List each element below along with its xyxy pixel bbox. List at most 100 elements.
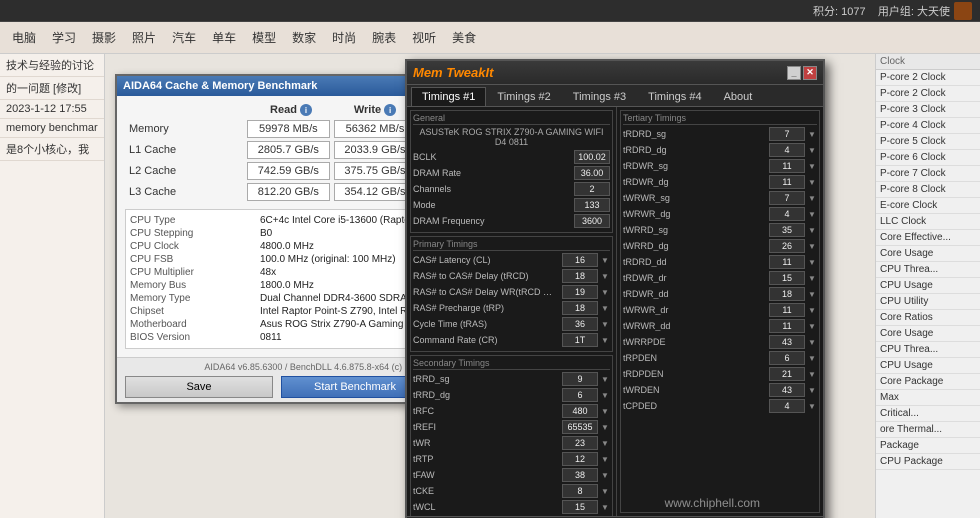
dram-rate-row: DRAM Rate 36.00	[413, 166, 610, 180]
tcpded-dropdown[interactable]: ▼	[807, 402, 817, 411]
twrrd-dg-dropdown[interactable]: ▼	[807, 242, 817, 251]
right-core-ratios[interactable]: Core Ratios	[876, 310, 980, 326]
right-pcore7[interactable]: P-core 7 Clock	[876, 166, 980, 182]
twrwr-dd-dropdown[interactable]: ▼	[807, 322, 817, 331]
memtweak-tabs: Timings #1 Timings #2 Timings #3 Timings…	[407, 85, 823, 107]
mem-bus-label: Memory Bus	[130, 280, 260, 291]
trcd-wr-label: RAS# to CAS# Delay WR(tRCD WR)	[413, 287, 560, 297]
tab-timings2[interactable]: Timings #2	[486, 87, 561, 106]
cpu-fsb-label: CPU FSB	[130, 254, 260, 265]
right-cpu-thread2[interactable]: CPU Threa...	[876, 342, 980, 358]
twr-dropdown[interactable]: ▼	[600, 439, 610, 448]
right-pcore4[interactable]: P-core 4 Clock	[876, 118, 980, 134]
nav-item-model[interactable]: 模型	[244, 25, 284, 50]
trrsg-dropdown[interactable]: ▼	[600, 375, 610, 384]
nav-item-photo[interactable]: 摄影	[84, 25, 124, 50]
sidebar-tech[interactable]: 技术与经验的讨论	[0, 54, 104, 77]
right-max[interactable]: Max	[876, 390, 980, 406]
right-pcore3[interactable]: P-core 3 Clock	[876, 102, 980, 118]
nav-item-fashion[interactable]: 时尚	[324, 25, 364, 50]
trdwr-dg-dropdown[interactable]: ▼	[807, 178, 817, 187]
nav-item-study[interactable]: 学习	[44, 25, 84, 50]
write-info-icon[interactable]: i	[384, 104, 396, 116]
right-cpu-usage[interactable]: CPU Usage	[876, 278, 980, 294]
nav-item-watch[interactable]: 腕表	[364, 25, 404, 50]
trdwr-dd-dropdown[interactable]: ▼	[807, 290, 817, 299]
right-cpu-pkg[interactable]: CPU Package	[876, 454, 980, 470]
twrden-row: tWRDEN 43 ▼	[623, 383, 817, 397]
right-critical[interactable]: Critical...	[876, 406, 980, 422]
twrwr-dg-dropdown[interactable]: ▼	[807, 210, 817, 219]
trefi-dropdown[interactable]: ▼	[600, 423, 610, 432]
cl-dropdown[interactable]: ▼	[600, 256, 610, 265]
trpden-dropdown[interactable]: ▼	[807, 354, 817, 363]
trdwr-sg-dropdown[interactable]: ▼	[807, 162, 817, 171]
trcd-dropdown[interactable]: ▼	[600, 272, 610, 281]
trdrdsg-dropdown[interactable]: ▼	[807, 130, 817, 139]
right-pcore8[interactable]: P-core 8 Clock	[876, 182, 980, 198]
cpu-mult-label: CPU Multiplier	[130, 267, 260, 278]
nav-item-pc[interactable]: 电脑	[4, 25, 44, 50]
read-info-icon[interactable]: i	[300, 104, 312, 116]
trdrd-dd-row: tRDRD_dd 11 ▼	[623, 255, 817, 269]
right-core-usage[interactable]: Core Usage	[876, 246, 980, 262]
sidebar-cores[interactable]: 是8个小核心，我	[0, 138, 104, 161]
tab-timings1[interactable]: Timings #1	[411, 87, 486, 106]
nav-item-car[interactable]: 汽车	[164, 25, 204, 50]
tras-dropdown[interactable]: ▼	[600, 320, 610, 329]
twrrpde-dropdown[interactable]: ▼	[807, 338, 817, 347]
trdpden-dropdown[interactable]: ▼	[807, 370, 817, 379]
right-pcore6[interactable]: P-core 6 Clock	[876, 150, 980, 166]
trtp-dropdown[interactable]: ▼	[600, 455, 610, 464]
right-pcore2a[interactable]: P-core 2 Clock	[876, 70, 980, 86]
cl-row: CAS# Latency (CL) 16 ▼	[413, 253, 610, 267]
sidebar-date[interactable]: 2023-1-12 17:55	[0, 100, 104, 119]
right-cpu-thread[interactable]: CPU Threa...	[876, 262, 980, 278]
right-pcore5[interactable]: P-core 5 Clock	[876, 134, 980, 150]
channels-label: Channels	[413, 184, 572, 194]
trcd-wr-dropdown[interactable]: ▼	[600, 288, 610, 297]
twrrd-sg-dropdown[interactable]: ▼	[807, 226, 817, 235]
tab-timings4[interactable]: Timings #4	[637, 87, 712, 106]
sidebar-benchmark[interactable]: memory benchmar	[0, 119, 104, 138]
memory-label: Memory	[125, 123, 245, 135]
twrden-dropdown[interactable]: ▼	[807, 386, 817, 395]
right-thermal[interactable]: ore Thermal...	[876, 422, 980, 438]
memtweak-close-button[interactable]: ✕	[803, 66, 817, 80]
trdrd-dg-dropdown[interactable]: ▼	[807, 146, 817, 155]
trdwr-dr-dropdown[interactable]: ▼	[807, 274, 817, 283]
right-cpu-utility[interactable]: CPU Utility	[876, 294, 980, 310]
sidebar-question[interactable]: 的一问题 [修改]	[0, 77, 104, 100]
primary-title: Primary Timings	[413, 239, 610, 251]
right-pcore2b[interactable]: P-core 2 Clock	[876, 86, 980, 102]
tfaw-dropdown[interactable]: ▼	[600, 471, 610, 480]
right-ecore[interactable]: E-core Clock	[876, 198, 980, 214]
trfc-dropdown[interactable]: ▼	[600, 407, 610, 416]
nav-item-pics[interactable]: 照片	[124, 25, 164, 50]
nav-item-bike[interactable]: 单车	[204, 25, 244, 50]
trp-dropdown[interactable]: ▼	[600, 304, 610, 313]
tab-about[interactable]: About	[713, 87, 764, 106]
twrwr-sg-dropdown[interactable]: ▼	[807, 194, 817, 203]
tcke-label: tCKE	[413, 486, 560, 496]
twcl-dropdown[interactable]: ▼	[600, 503, 610, 512]
trrddg-dropdown[interactable]: ▼	[600, 391, 610, 400]
nav-item-av[interactable]: 视听	[404, 25, 444, 50]
bclk-label: BCLK	[413, 152, 572, 162]
nav-item-food[interactable]: 美食	[444, 25, 484, 50]
right-package[interactable]: Package	[876, 438, 980, 454]
tab-timings3[interactable]: Timings #3	[562, 87, 637, 106]
twrwr-dr-dropdown[interactable]: ▼	[807, 306, 817, 315]
right-core-eff[interactable]: Core Effective...	[876, 230, 980, 246]
cr-dropdown[interactable]: ▼	[600, 336, 610, 345]
right-llc[interactable]: LLC Clock	[876, 214, 980, 230]
right-core-pkg[interactable]: Core Package	[876, 374, 980, 390]
save-button[interactable]: Save	[125, 376, 273, 398]
right-cpu-usage2[interactable]: CPU Usage	[876, 358, 980, 374]
nav-item-digital[interactable]: 数家	[284, 25, 324, 50]
trdrd-dg-label: tRDRD_dg	[623, 145, 767, 155]
tcke-dropdown[interactable]: ▼	[600, 487, 610, 496]
right-core-usage2[interactable]: Core Usage	[876, 326, 980, 342]
trdrd-dd-dropdown[interactable]: ▼	[807, 258, 817, 267]
memtweak-minimize-button[interactable]: _	[787, 66, 801, 80]
